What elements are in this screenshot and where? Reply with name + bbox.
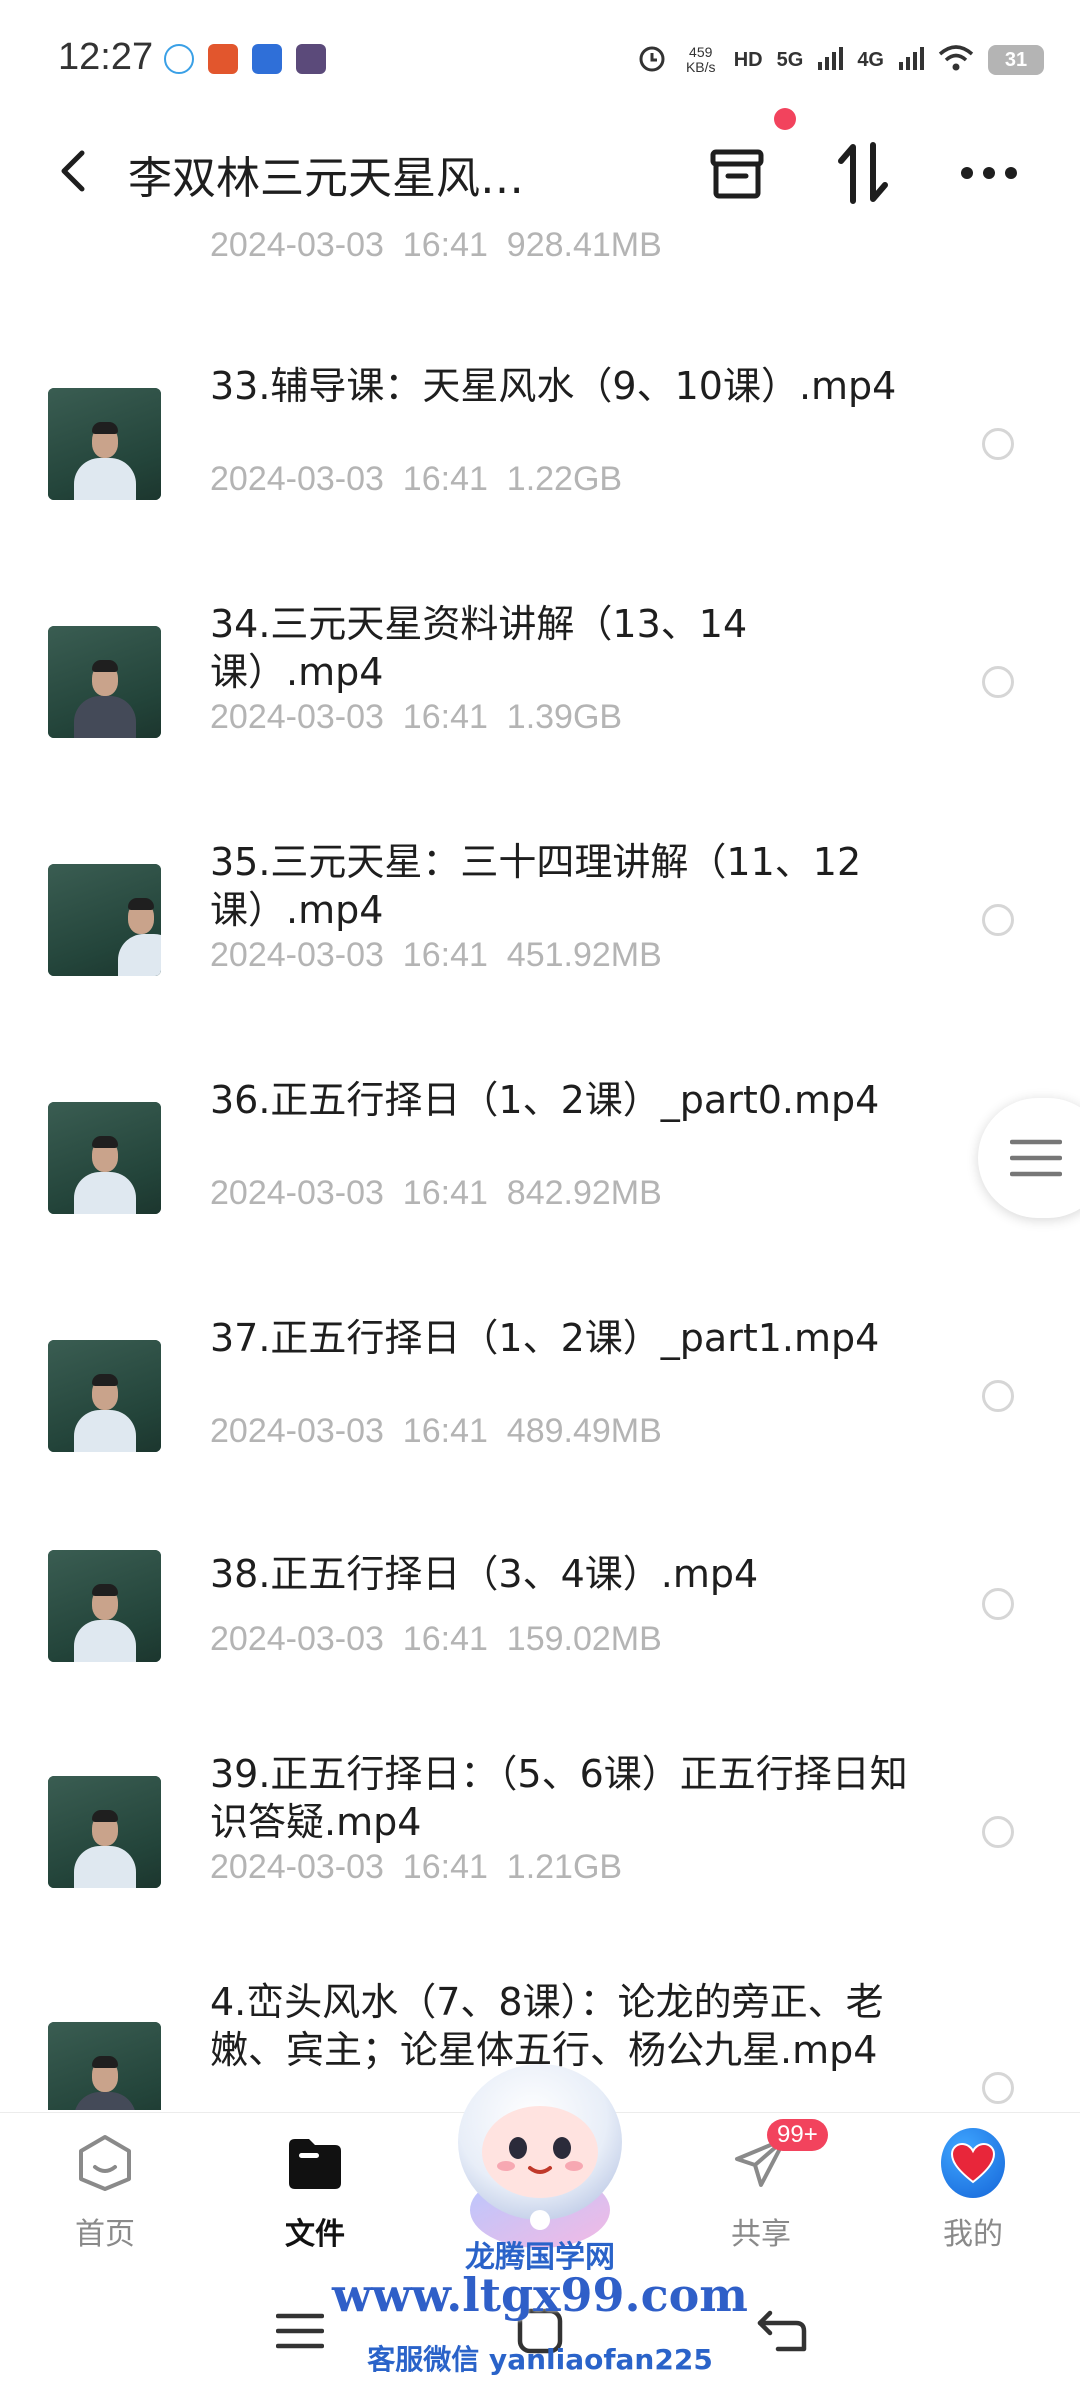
file-row[interactable]: 37.正五行择日（1、2课）_part1.mp4 2024-03-03 16:4… (0, 1282, 1080, 1502)
alarm-icon (636, 42, 668, 79)
file-row[interactable]: 33.辅导课：天星风水（9、10课）.mp4 2024-03-03 16:41 … (0, 330, 1080, 550)
file-meta: 2024-03-03 16:41 1.21GB (210, 1848, 623, 1886)
file-title: 38.正五行择日（3、4课）.mp4 (210, 1552, 759, 1596)
chevron-left-icon (61, 150, 85, 192)
folder-icon (283, 2131, 347, 2195)
status-time: 12:27 (58, 36, 154, 78)
file-list: 2024-03-03 16:41 928.41MB 33.辅导课：天星风水（9、… (0, 220, 1080, 2110)
video-thumbnail (48, 1340, 161, 1452)
partial-row-meta: 2024-03-03 16:41 928.41MB (210, 226, 662, 264)
select-radio[interactable] (982, 2072, 1014, 2104)
file-title: 39.正五行择日：（5、6课）正五行择日知识答疑.mp4 (210, 1752, 908, 1844)
file-meta: 2024-03-03 16:41 451.92MB (210, 936, 662, 974)
back-button[interactable] (46, 144, 100, 198)
more-dots-icon (961, 167, 1017, 179)
top-app-bar: 李双林三元天星风… (0, 120, 1080, 220)
file-row[interactable]: 35.三元天星：三十四理讲解（11、12课）.mp4 2024-03-03 16… (0, 806, 1080, 1026)
signal-icon-2 (898, 46, 924, 75)
select-radio[interactable] (982, 1816, 1014, 1848)
file-title: 33.辅导课：天星风水（9、10课）.mp4 (210, 364, 897, 408)
battery-indicator: 31 (988, 45, 1044, 75)
file-title: 34.三元天星资料讲解（13、14课）.mp4 (210, 602, 748, 694)
sort-arrows-icon (838, 142, 888, 204)
wifi-icon (938, 44, 974, 77)
watermark-url: www.ltgx99.com (332, 2268, 748, 2322)
notification-dot (774, 108, 796, 130)
select-radio[interactable] (982, 1588, 1014, 1620)
k-app-icon (296, 44, 326, 74)
video-thumbnail (48, 1550, 161, 1662)
net-speed: 459 KB/s (682, 45, 720, 75)
share-badge: 99+ (767, 2119, 828, 2151)
status-indicators: 459 KB/s HD 5G 4G 31 (636, 38, 1044, 82)
heart-avatar-icon (941, 2128, 1005, 2198)
video-thumbnail (48, 1102, 161, 1214)
file-meta: 2024-03-03 16:41 159.02MB (210, 1620, 662, 1658)
home-face-icon (73, 2131, 137, 2195)
file-row[interactable]: 34.三元天星资料讲解（13、14课）.mp4 2024-03-03 16:41… (0, 568, 1080, 788)
video-thumbnail (48, 2022, 161, 2110)
select-radio[interactable] (982, 666, 1014, 698)
file-title: 36.正五行择日（1、2课）_part0.mp4 (210, 1078, 880, 1122)
video-thumbnail (48, 626, 161, 738)
file-title: 37.正五行择日（1、2课）_part1.mp4 (210, 1316, 880, 1360)
hd-label: HD (733, 48, 763, 71)
file-meta: 2024-03-03 16:41 489.49MB (210, 1412, 662, 1450)
mascot-assistant-button[interactable] (430, 2050, 650, 2250)
sort-button[interactable] (828, 138, 898, 208)
paper-plane-icon: 99+ (729, 2119, 828, 2195)
net-speed-unit: KB/s (685, 59, 716, 75)
more-button[interactable] (954, 138, 1024, 208)
status-bar: 12:27 459 KB/s HD 5G 4G 31 (0, 0, 1080, 120)
network-4g: 4G (857, 48, 884, 71)
select-radio[interactable] (982, 428, 1014, 460)
clock-app-icon (252, 44, 282, 74)
file-row[interactable]: 36.正五行择日（1、2课）_part0.mp4 2024-03-03 16:4… (0, 1044, 1080, 1264)
file-meta: 2024-03-03 16:41 1.39GB (210, 698, 623, 736)
file-row[interactable]: 38.正五行择日（3、4课）.mp4 2024-03-03 16:41 159.… (0, 1520, 1080, 1700)
file-meta: 2024-03-03 16:41 842.92MB (210, 1174, 662, 1212)
file-meta: 2024-03-03 16:41 1.22GB (210, 460, 623, 498)
file-title: 35.三元天星：三十四理讲解（11、12课）.mp4 (210, 840, 862, 932)
archive-button[interactable] (702, 138, 772, 208)
video-thumbnail (48, 864, 161, 976)
network-5g: 5G (776, 48, 804, 71)
net-speed-value: 459 (689, 44, 713, 60)
menu-lines-icon (1010, 1139, 1062, 1177)
watermark-contact: 客服微信 yanliaofan225 (367, 2343, 713, 2376)
select-radio[interactable] (982, 1380, 1014, 1412)
signal-icon (817, 46, 844, 75)
cloud-app-icon (164, 44, 194, 74)
page-title: 李双林三元天星风… (128, 153, 524, 204)
video-thumbnail (48, 388, 161, 500)
listen-app-icon (208, 44, 238, 74)
archive-box-icon (710, 149, 764, 199)
file-row[interactable]: 39.正五行择日：（5、6课）正五行择日知识答疑.mp4 2024-03-03 … (0, 1718, 1080, 1938)
video-thumbnail (48, 1776, 161, 1888)
select-radio[interactable] (982, 904, 1014, 936)
